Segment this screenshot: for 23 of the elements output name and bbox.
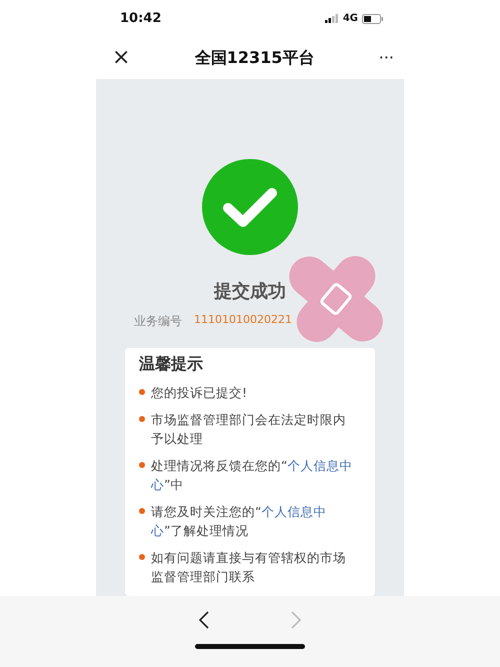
tips-title: 温馨提示 <box>139 354 204 375</box>
status-time: 10:42 <box>120 11 162 26</box>
more-button[interactable]: ··· <box>378 50 394 66</box>
page-title: 全国12315平台 <box>194 48 314 69</box>
business-number: 11101010020221 <box>194 312 292 328</box>
back-button[interactable] <box>198 610 210 630</box>
tip-text: 处理情况将反馈在您的“个人信息中心”中 <box>151 456 354 494</box>
tip-text: 请您及时关注您的“个人信息中心”了解处理情况 <box>151 502 328 540</box>
number-label: 业务编号 <box>134 312 182 330</box>
bullet-icon <box>139 388 145 395</box>
success-title: 提交成功 <box>214 280 286 303</box>
signal-icon <box>324 14 339 24</box>
close-button[interactable]: × <box>112 47 130 70</box>
tip-text: 市场监督管理部门会在法定时限内予以处理 <box>151 410 347 448</box>
success-check-icon <box>202 158 298 255</box>
tip-text: 您的投诉已提交! <box>151 384 248 402</box>
bullet-icon <box>139 508 145 514</box>
network-type: 4G <box>342 13 358 24</box>
bullet-icon <box>139 554 145 560</box>
bullet-icon <box>139 462 145 468</box>
battery-icon <box>362 14 384 24</box>
tip-text: 如有问题请直接与有管辖权的市场监督管理部门联系 <box>151 548 347 586</box>
bullet-icon <box>139 416 145 422</box>
